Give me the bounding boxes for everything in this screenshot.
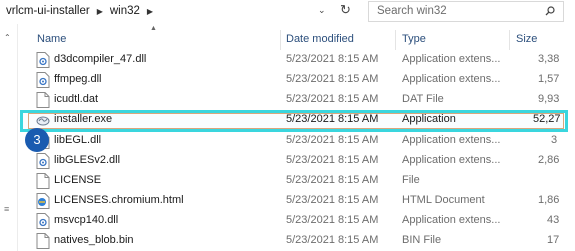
file-name: LICENSE [54,174,102,186]
dll-file-icon [36,153,50,169]
search-placeholder: Search win32 [377,5,447,17]
file-name: libGLESv2.dll [54,154,121,166]
file-name: ffmpeg.dll [54,73,102,85]
file-name: natives_blob.bin [54,234,134,246]
file-size: 3 [551,134,558,146]
file-type: BIN File [402,234,442,246]
refresh-icon[interactable]: ↻ [340,2,351,18]
column-header-size[interactable]: Size [516,33,537,45]
breadcrumb-separator-icon[interactable]: ▶ [147,7,153,16]
file-row[interactable]: libGLESv2.dll 5/23/2021 8:15 AM Applicat… [0,151,575,171]
file-type: Application [402,113,456,125]
file-date: 5/23/2021 8:15 AM [286,73,379,85]
breadcrumb: vrlcm-ui-installer ▶ win32 ▶ [6,0,153,22]
file-row[interactable]: ffmpeg.dll 5/23/2021 8:15 AM Application… [0,70,575,90]
file-size: 1,86 [538,194,560,206]
file-date: 5/23/2021 8:15 AM [286,154,379,166]
address-history-chevron-down-icon[interactable]: ⌄ [318,5,326,16]
column-header-name[interactable]: Name [37,33,66,45]
file-date: 5/23/2021 8:15 AM [286,134,379,146]
blank-file-icon [36,92,50,108]
file-size: 1,57 [538,73,560,85]
dll-file-icon [36,72,50,88]
file-size: 2,86 [538,154,560,166]
file-type: Application extens... [402,53,501,65]
file-name: msvcp140.dll [54,214,119,226]
dll-file-icon [36,213,50,229]
file-type: HTML Document [402,194,485,206]
breadcrumb-separator-icon[interactable]: ▶ [97,7,103,16]
file-type: Application extens... [402,73,501,85]
column-divider[interactable] [280,30,281,50]
file-size: 9,93 [538,93,560,105]
column-divider[interactable] [509,30,510,50]
file-size: 52,27 [533,113,561,125]
file-type: Application extens... [402,134,501,146]
column-headers: ▲ Name Date modified Type Size [0,25,575,50]
search-input[interactable]: Search win32 [368,1,564,22]
file-name: installer.exe [54,113,113,125]
file-type: File [402,174,420,186]
file-date: 5/23/2021 8:15 AM [286,194,379,206]
file-type: Application extens... [402,154,501,166]
search-icon [545,6,555,16]
blank-file-icon [36,233,50,249]
file-size: 43 [547,214,560,226]
file-name: libEGL.dll [54,134,102,146]
sort-ascending-icon: ▲ [150,25,157,32]
file-name: d3dcompiler_47.dll [54,53,147,65]
file-row[interactable]: LICENSE 5/23/2021 8:15 AM File [0,171,575,191]
column-header-type[interactable]: Type [402,33,426,45]
file-row[interactable]: d3dcompiler_47.dll 5/23/2021 8:15 AM App… [0,50,575,70]
file-type: DAT File [402,93,444,105]
file-date: 5/23/2021 8:15 AM [286,113,379,125]
html-file-icon [36,193,50,209]
dll-file-icon [36,52,50,68]
breadcrumb-item-vrlcm-ui-installer[interactable]: vrlcm-ui-installer [6,5,90,17]
file-name: LICENSES.chromium.html [54,194,184,206]
file-row[interactable]: libEGL.dll 5/23/2021 8:15 AM Application… [0,131,575,151]
file-type: Application extens... [402,214,501,226]
file-date: 5/23/2021 8:15 AM [286,93,379,105]
file-date: 5/23/2021 8:15 AM [286,214,379,226]
file-row[interactable]: msvcp140.dll 5/23/2021 8:15 AM Applicati… [0,211,575,231]
file-date: 5/23/2021 8:15 AM [286,174,379,186]
breadcrumb-item-win32[interactable]: win32 [110,5,140,17]
file-date: 5/23/2021 8:15 AM [286,53,379,65]
installer-exe-icon [36,116,50,126]
file-row-selected[interactable]: installer.exe 5/23/2021 8:15 AM Applicat… [0,110,575,132]
column-divider[interactable] [395,30,396,50]
file-date: 5/23/2021 8:15 AM [286,234,379,246]
blank-file-icon [36,173,50,189]
file-size: 3,38 [538,53,560,65]
file-row[interactable]: icudtl.dat 5/23/2021 8:15 AM DAT File 9,… [0,90,575,110]
address-bar: vrlcm-ui-installer ▶ win32 ▶ ⌄ ↻ Search … [0,0,575,24]
step-badge: 3 [25,128,49,152]
file-name: icudtl.dat [54,93,99,105]
column-header-date-modified[interactable]: Date modified [286,33,354,45]
file-row[interactable]: natives_blob.bin 5/23/2021 8:15 AM BIN F… [0,231,575,251]
file-size: 17 [547,234,560,246]
file-row[interactable]: LICENSES.chromium.html 5/23/2021 8:15 AM… [0,191,575,211]
